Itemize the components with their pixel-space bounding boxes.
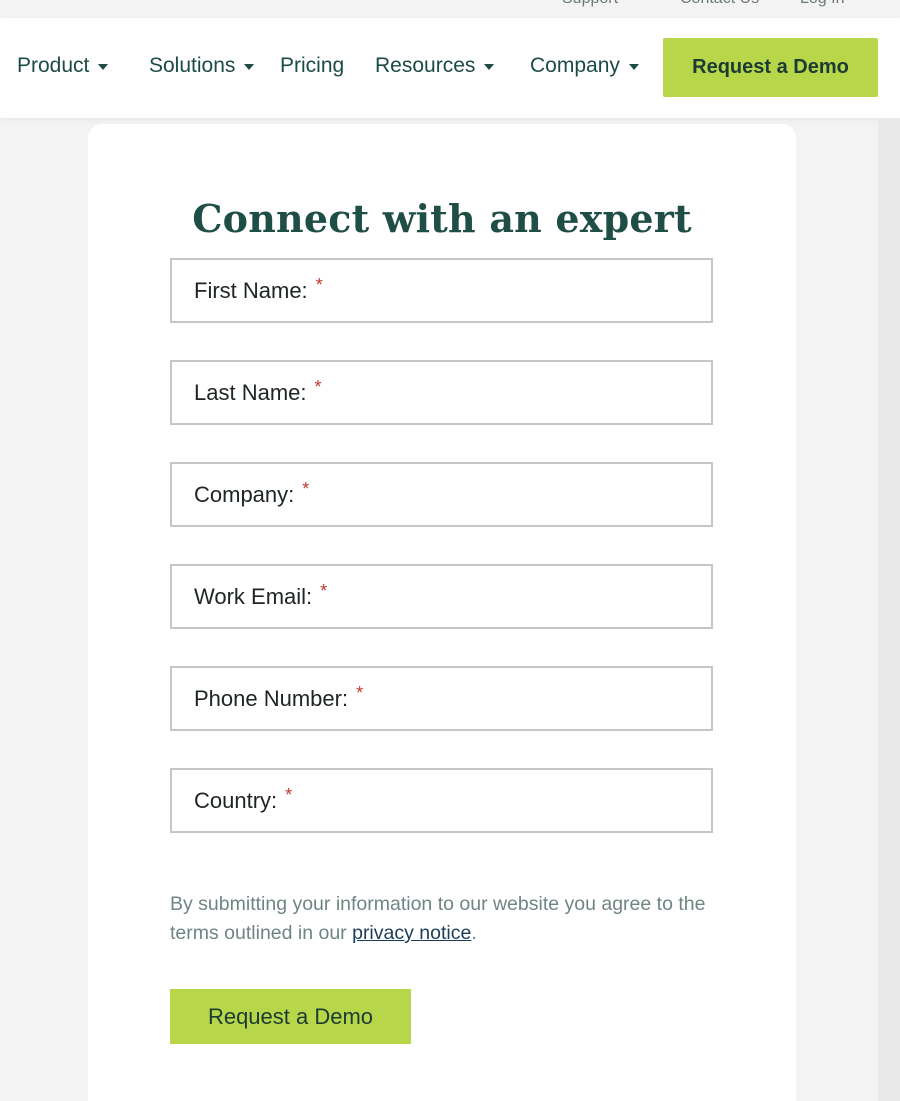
form-card: Connect with an expert First Name: * Las… (88, 124, 796, 1101)
nav-item-solutions[interactable]: Solutions (149, 54, 255, 78)
phone-number-field[interactable]: Phone Number: * (170, 666, 713, 731)
country-field[interactable]: Country: * (170, 768, 713, 833)
field-label: Company: (194, 481, 295, 507)
contact-link[interactable]: Contact Us (680, 0, 759, 8)
consent-text: By submitting your information to our we… (170, 890, 730, 948)
nav-item-label: Solutions (149, 54, 236, 77)
nav-item-company[interactable]: Company (530, 54, 639, 78)
field-label: First Name: (194, 277, 308, 303)
nav-item-pricing[interactable]: Pricing (280, 54, 344, 78)
nav-item-product[interactable]: Product (17, 54, 109, 78)
field-label: Country: (194, 787, 278, 813)
required-asterisk: * (320, 581, 328, 601)
caret-down-icon (484, 64, 495, 70)
work-email-field[interactable]: Work Email: * (170, 564, 713, 629)
page-edge (878, 118, 900, 1101)
nav-item-resources[interactable]: Resources (375, 54, 495, 78)
field-label: Work Email: (194, 583, 313, 609)
required-asterisk: * (315, 275, 323, 295)
caret-down-icon (244, 64, 255, 70)
nav-item-label: Company (530, 54, 620, 77)
nav-item-label: Resources (375, 54, 476, 77)
company-field[interactable]: Company: * (170, 462, 713, 527)
required-asterisk: * (356, 683, 364, 703)
required-asterisk: * (302, 479, 310, 499)
caret-down-icon (98, 64, 109, 70)
caret-down-icon (628, 64, 639, 70)
nav-item-label: Product (17, 54, 90, 77)
support-link[interactable]: Support (562, 0, 618, 8)
main-nav: Product Solutions Pricing Resources Comp… (0, 18, 900, 118)
form-title: Connect with an expert (192, 196, 692, 241)
utility-bar: Support Contact Us Log In (0, 0, 900, 18)
first-name-field[interactable]: First Name: * (170, 258, 713, 323)
field-label: Phone Number: (194, 685, 349, 711)
last-name-field[interactable]: Last Name: * (170, 360, 713, 425)
nav-item-label: Pricing (280, 54, 345, 77)
privacy-notice-link[interactable]: privacy notice (352, 922, 471, 944)
required-asterisk: * (285, 785, 293, 805)
request-demo-submit-button[interactable]: Request a Demo (170, 989, 411, 1044)
consent-end: . (471, 922, 477, 944)
required-asterisk: * (314, 377, 322, 397)
field-label: Last Name: (194, 379, 307, 405)
request-demo-nav-button[interactable]: Request a Demo (663, 38, 878, 97)
login-link[interactable]: Log In (800, 0, 844, 8)
